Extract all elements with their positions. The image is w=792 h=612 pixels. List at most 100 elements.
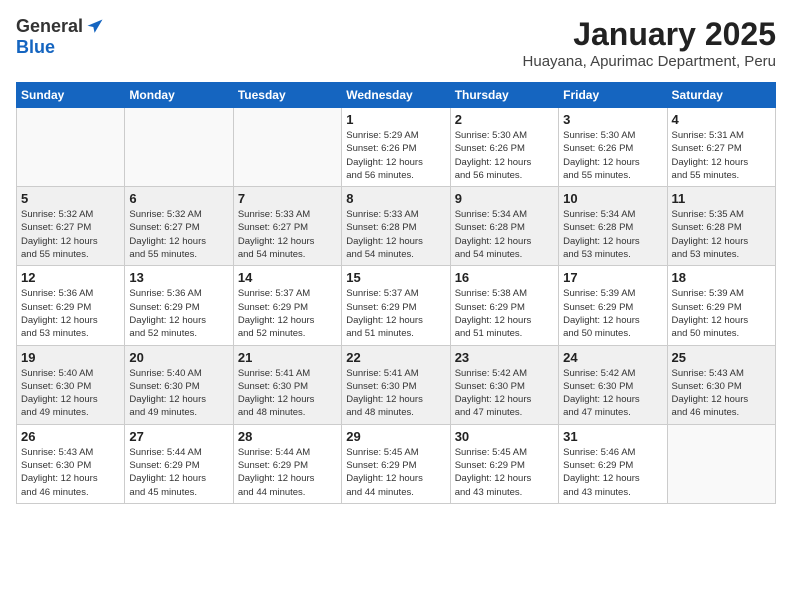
day-info: Sunrise: 5:30 AM Sunset: 6:26 PM Dayligh…: [455, 129, 554, 182]
calendar-day-cell: 27 Sunrise: 5:44 AM Sunset: 6:29 PM Dayli…: [125, 424, 233, 503]
day-info: Sunrise: 5:45 AM Sunset: 6:29 PM Dayligh…: [455, 446, 554, 499]
day-number: 4: [672, 112, 771, 127]
calendar-day-cell: 22 Sunrise: 5:41 AM Sunset: 6:30 PM Dayli…: [342, 345, 450, 424]
calendar-header-row: SundayMondayTuesdayWednesdayThursdayFrid…: [17, 83, 776, 108]
day-number: 29: [346, 429, 445, 444]
calendar-day-cell: 12 Sunrise: 5:36 AM Sunset: 6:29 PM Dayli…: [17, 266, 125, 345]
day-info: Sunrise: 5:32 AM Sunset: 6:27 PM Dayligh…: [21, 208, 120, 261]
calendar-day-cell: 25Sunrise: 5:43 AM Sunset: 6:30 PM Dayli…: [667, 345, 775, 424]
day-info: Sunrise: 5:45 AM Sunset: 6:29 PM Dayligh…: [346, 446, 445, 499]
day-number: 16: [455, 270, 554, 285]
day-number: 3: [563, 112, 662, 127]
day-number: 20: [129, 350, 228, 365]
calendar-day-cell: 26Sunrise: 5:43 AM Sunset: 6:30 PM Dayli…: [17, 424, 125, 503]
day-info: Sunrise: 5:43 AM Sunset: 6:30 PM Dayligh…: [21, 446, 120, 499]
calendar-day-cell: [667, 424, 775, 503]
day-number: 6: [129, 191, 228, 206]
day-number: 15: [346, 270, 445, 285]
day-number: 18: [672, 270, 771, 285]
calendar-day-cell: 5 Sunrise: 5:32 AM Sunset: 6:27 PM Daylig…: [17, 187, 125, 266]
weekday-header: Tuesday: [233, 83, 341, 108]
calendar-week-row: 12 Sunrise: 5:36 AM Sunset: 6:29 PM Dayli…: [17, 266, 776, 345]
page-header: General Blue January 2025 Huayana, Apuri…: [16, 16, 776, 70]
calendar-table: SundayMondayTuesdayWednesdayThursdayFrid…: [16, 82, 776, 504]
day-info: Sunrise: 5:41 AM Sunset: 6:30 PM Dayligh…: [346, 367, 445, 420]
day-info: Sunrise: 5:40 AM Sunset: 6:30 PM Dayligh…: [21, 367, 120, 420]
day-info: Sunrise: 5:42 AM Sunset: 6:30 PM Dayligh…: [455, 367, 554, 420]
weekday-header: Wednesday: [342, 83, 450, 108]
calendar-day-cell: 14Sunrise: 5:37 AM Sunset: 6:29 PM Dayli…: [233, 266, 341, 345]
calendar-day-cell: 1Sunrise: 5:29 AM Sunset: 6:26 PM Daylig…: [342, 108, 450, 187]
calendar-day-cell: 24Sunrise: 5:42 AM Sunset: 6:30 PM Dayli…: [559, 345, 667, 424]
calendar-day-cell: 13 Sunrise: 5:36 AM Sunset: 6:29 PM Dayli…: [125, 266, 233, 345]
day-number: 21: [238, 350, 337, 365]
day-number: 11: [672, 191, 771, 206]
day-info: Sunrise: 5:30 AM Sunset: 6:26 PM Dayligh…: [563, 129, 662, 182]
calendar-day-cell: 29 Sunrise: 5:45 AM Sunset: 6:29 PM Dayli…: [342, 424, 450, 503]
calendar-day-cell: 23Sunrise: 5:42 AM Sunset: 6:30 PM Dayli…: [450, 345, 558, 424]
day-info: Sunrise: 5:37 AM Sunset: 6:29 PM Dayligh…: [346, 287, 445, 340]
day-info: Sunrise: 5:44 AM Sunset: 6:29 PM Dayligh…: [238, 446, 337, 499]
weekday-header: Saturday: [667, 83, 775, 108]
calendar-day-cell: [233, 108, 341, 187]
weekday-header: Sunday: [17, 83, 125, 108]
calendar-day-cell: 21 Sunrise: 5:41 AM Sunset: 6:30 PM Dayli…: [233, 345, 341, 424]
calendar-day-cell: 17Sunrise: 5:39 AM Sunset: 6:29 PM Dayli…: [559, 266, 667, 345]
day-info: Sunrise: 5:34 AM Sunset: 6:28 PM Dayligh…: [455, 208, 554, 261]
calendar-day-cell: [125, 108, 233, 187]
day-number: 13: [129, 270, 228, 285]
calendar-day-cell: 9 Sunrise: 5:34 AM Sunset: 6:28 PM Daylig…: [450, 187, 558, 266]
day-number: 27: [129, 429, 228, 444]
calendar-day-cell: [17, 108, 125, 187]
day-number: 10: [563, 191, 662, 206]
calendar-week-row: 19 Sunrise: 5:40 AM Sunset: 6:30 PM Dayli…: [17, 345, 776, 424]
calendar-week-row: 26Sunrise: 5:43 AM Sunset: 6:30 PM Dayli…: [17, 424, 776, 503]
weekday-header: Thursday: [450, 83, 558, 108]
day-number: 30: [455, 429, 554, 444]
day-number: 5: [21, 191, 120, 206]
logo-blue-text: Blue: [16, 37, 55, 58]
day-info: Sunrise: 5:32 AM Sunset: 6:27 PM Dayligh…: [129, 208, 228, 261]
calendar-day-cell: 15 Sunrise: 5:37 AM Sunset: 6:29 PM Dayli…: [342, 266, 450, 345]
day-info: Sunrise: 5:43 AM Sunset: 6:30 PM Dayligh…: [672, 367, 771, 420]
calendar-day-cell: 31 Sunrise: 5:46 AM Sunset: 6:29 PM Dayli…: [559, 424, 667, 503]
calendar-week-row: 1Sunrise: 5:29 AM Sunset: 6:26 PM Daylig…: [17, 108, 776, 187]
weekday-header: Friday: [559, 83, 667, 108]
calendar-day-cell: 4Sunrise: 5:31 AM Sunset: 6:27 PM Daylig…: [667, 108, 775, 187]
day-info: Sunrise: 5:34 AM Sunset: 6:28 PM Dayligh…: [563, 208, 662, 261]
day-info: Sunrise: 5:36 AM Sunset: 6:29 PM Dayligh…: [21, 287, 120, 340]
day-info: Sunrise: 5:41 AM Sunset: 6:30 PM Dayligh…: [238, 367, 337, 420]
day-number: 19: [21, 350, 120, 365]
calendar-day-cell: 20Sunrise: 5:40 AM Sunset: 6:30 PM Dayli…: [125, 345, 233, 424]
day-info: Sunrise: 5:39 AM Sunset: 6:29 PM Dayligh…: [563, 287, 662, 340]
calendar-day-cell: 2 Sunrise: 5:30 AM Sunset: 6:26 PM Daylig…: [450, 108, 558, 187]
day-info: Sunrise: 5:38 AM Sunset: 6:29 PM Dayligh…: [455, 287, 554, 340]
logo-bird-icon: [85, 17, 105, 37]
day-info: Sunrise: 5:39 AM Sunset: 6:29 PM Dayligh…: [672, 287, 771, 340]
day-number: 22: [346, 350, 445, 365]
calendar-day-cell: 16 Sunrise: 5:38 AM Sunset: 6:29 PM Dayli…: [450, 266, 558, 345]
month-title: January 2025: [523, 16, 776, 53]
calendar-day-cell: 30 Sunrise: 5:45 AM Sunset: 6:29 PM Dayli…: [450, 424, 558, 503]
day-number: 14: [238, 270, 337, 285]
location-subtitle: Huayana, Apurimac Department, Peru: [523, 53, 776, 70]
day-info: Sunrise: 5:33 AM Sunset: 6:27 PM Dayligh…: [238, 208, 337, 261]
day-info: Sunrise: 5:46 AM Sunset: 6:29 PM Dayligh…: [563, 446, 662, 499]
day-info: Sunrise: 5:36 AM Sunset: 6:29 PM Dayligh…: [129, 287, 228, 340]
title-section: January 2025 Huayana, Apurimac Departmen…: [523, 16, 776, 70]
day-number: 7: [238, 191, 337, 206]
day-number: 12: [21, 270, 120, 285]
calendar-day-cell: 6 Sunrise: 5:32 AM Sunset: 6:27 PM Daylig…: [125, 187, 233, 266]
day-number: 31: [563, 429, 662, 444]
day-info: Sunrise: 5:44 AM Sunset: 6:29 PM Dayligh…: [129, 446, 228, 499]
calendar-week-row: 5 Sunrise: 5:32 AM Sunset: 6:27 PM Daylig…: [17, 187, 776, 266]
day-number: 2: [455, 112, 554, 127]
day-number: 9: [455, 191, 554, 206]
logo-general-text: General: [16, 16, 83, 37]
day-info: Sunrise: 5:35 AM Sunset: 6:28 PM Dayligh…: [672, 208, 771, 261]
calendar-day-cell: 3 Sunrise: 5:30 AM Sunset: 6:26 PM Daylig…: [559, 108, 667, 187]
weekday-header: Monday: [125, 83, 233, 108]
calendar-day-cell: 19 Sunrise: 5:40 AM Sunset: 6:30 PM Dayli…: [17, 345, 125, 424]
logo: General Blue: [16, 16, 105, 58]
day-number: 1: [346, 112, 445, 127]
